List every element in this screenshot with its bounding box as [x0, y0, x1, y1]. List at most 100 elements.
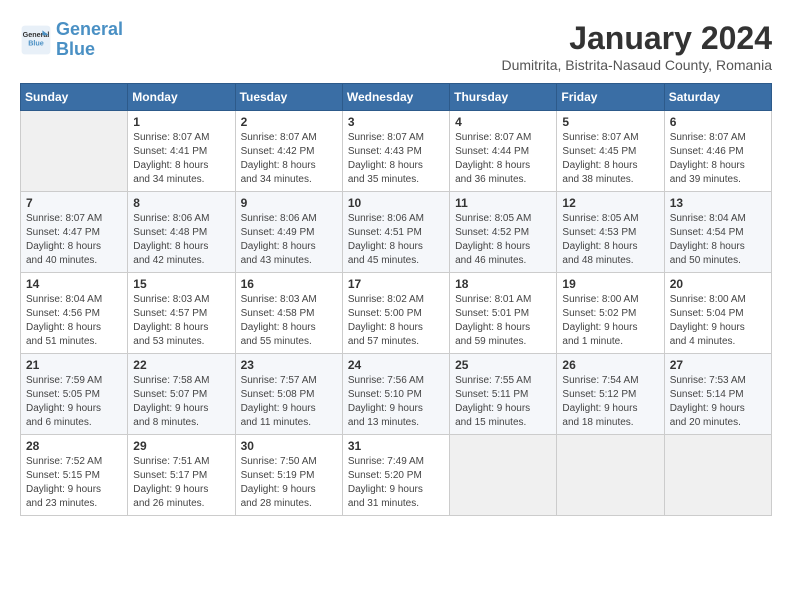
calendar-cell — [557, 435, 664, 516]
day-number: 4 — [455, 115, 551, 129]
day-number: 2 — [241, 115, 337, 129]
calendar-cell: 17 Sunrise: 8:02 AMSunset: 5:00 PMDayligh… — [342, 273, 449, 354]
column-header-sunday: Sunday — [21, 84, 128, 111]
day-number: 17 — [348, 277, 444, 291]
day-info: Sunrise: 8:06 AMSunset: 4:49 PMDaylight:… — [241, 212, 337, 268]
day-info: Sunrise: 8:00 AMSunset: 5:02 PMDaylight:… — [562, 293, 658, 349]
day-number: 24 — [348, 358, 444, 372]
calendar-cell: 26Sunrise: 7:54 AMSunset: 5:12 PMDayligh… — [557, 354, 664, 435]
day-info: Sunrise: 7:54 AMSunset: 5:12 PMDaylight:… — [562, 374, 658, 430]
day-number: 18 — [455, 277, 551, 291]
column-header-tuesday: Tuesday — [235, 84, 342, 111]
day-info: Sunrise: 7:59 AMSunset: 5:05 PMDaylight:… — [26, 374, 122, 430]
logo-text: GeneralBlue — [56, 20, 123, 60]
calendar-cell: 27 Sunrise: 7:53 AMSunset: 5:14 PMDayligh… — [664, 354, 771, 435]
day-info: Sunrise: 7:50 AMSunset: 5:19 PMDaylight:… — [241, 455, 337, 511]
day-info: Sunrise: 7:53 AMSunset: 5:14 PMDaylight:… — [670, 374, 766, 430]
day-number: 5 — [562, 115, 658, 129]
calendar-cell — [21, 111, 128, 192]
day-info: Sunrise: 8:07 AMSunset: 4:44 PMDaylight:… — [455, 131, 551, 187]
calendar-cell: 15 Sunrise: 8:03 AMSunset: 4:57 PMDayligh… — [128, 273, 235, 354]
svg-text:Blue: Blue — [28, 38, 44, 47]
day-number: 25 — [455, 358, 551, 372]
calendar-cell: 21 Sunrise: 7:59 AMSunset: 5:05 PMDayligh… — [21, 354, 128, 435]
day-info: Sunrise: 8:03 AMSunset: 4:58 PMDaylight:… — [241, 293, 337, 349]
day-number: 28 — [26, 439, 122, 453]
day-info: Sunrise: 8:04 AMSunset: 4:54 PMDaylight:… — [670, 212, 766, 268]
column-header-friday: Friday — [557, 84, 664, 111]
calendar-week-4: 21 Sunrise: 7:59 AMSunset: 5:05 PMDayligh… — [21, 354, 772, 435]
day-number: 3 — [348, 115, 444, 129]
day-info: Sunrise: 8:07 AMSunset: 4:43 PMDaylight:… — [348, 131, 444, 187]
day-number: 16 — [241, 277, 337, 291]
day-info: Sunrise: 8:02 AMSunset: 5:00 PMDaylight:… — [348, 293, 444, 349]
day-number: 30 — [241, 439, 337, 453]
calendar-cell: 20 Sunrise: 8:00 AMSunset: 5:04 PMDayligh… — [664, 273, 771, 354]
day-info: Sunrise: 7:51 AMSunset: 5:17 PMDaylight:… — [133, 455, 229, 511]
calendar-cell: 14 Sunrise: 8:04 AMSunset: 4:56 PMDayligh… — [21, 273, 128, 354]
day-info: Sunrise: 8:07 AMSunset: 4:41 PMDaylight:… — [133, 131, 229, 187]
calendar-week-2: 7Sunrise: 8:07 AMSunset: 4:47 PMDaylight… — [21, 192, 772, 273]
day-number: 20 — [670, 277, 766, 291]
day-number: 14 — [26, 277, 122, 291]
calendar-week-5: 28 Sunrise: 7:52 AMSunset: 5:15 PMDayligh… — [21, 435, 772, 516]
calendar-cell: 31Sunrise: 7:49 AMSunset: 5:20 PMDayligh… — [342, 435, 449, 516]
day-number: 31 — [348, 439, 444, 453]
day-info: Sunrise: 8:03 AMSunset: 4:57 PMDaylight:… — [133, 293, 229, 349]
calendar-cell: 7Sunrise: 8:07 AMSunset: 4:47 PMDaylight… — [21, 192, 128, 273]
day-info: Sunrise: 8:01 AMSunset: 5:01 PMDaylight:… — [455, 293, 551, 349]
day-info: Sunrise: 8:07 AMSunset: 4:42 PMDaylight:… — [241, 131, 337, 187]
day-info: Sunrise: 8:06 AMSunset: 4:51 PMDaylight:… — [348, 212, 444, 268]
column-header-thursday: Thursday — [450, 84, 557, 111]
day-number: 13 — [670, 196, 766, 210]
calendar-table: SundayMondayTuesdayWednesdayThursdayFrid… — [20, 83, 772, 516]
calendar-cell: 3 Sunrise: 8:07 AMSunset: 4:43 PMDaylight… — [342, 111, 449, 192]
day-number: 7 — [26, 196, 122, 210]
calendar-cell: 30 Sunrise: 7:50 AMSunset: 5:19 PMDayligh… — [235, 435, 342, 516]
calendar-cell: 28 Sunrise: 7:52 AMSunset: 5:15 PMDayligh… — [21, 435, 128, 516]
calendar-cell: 25 Sunrise: 7:55 AMSunset: 5:11 PMDayligh… — [450, 354, 557, 435]
column-header-wednesday: Wednesday — [342, 84, 449, 111]
header-row: SundayMondayTuesdayWednesdayThursdayFrid… — [21, 84, 772, 111]
day-number: 22 — [133, 358, 229, 372]
calendar-cell: 10Sunrise: 8:06 AMSunset: 4:51 PMDayligh… — [342, 192, 449, 273]
day-info: Sunrise: 8:07 AMSunset: 4:45 PMDaylight:… — [562, 131, 658, 187]
calendar-cell: 4 Sunrise: 8:07 AMSunset: 4:44 PMDaylight… — [450, 111, 557, 192]
day-info: Sunrise: 7:55 AMSunset: 5:11 PMDaylight:… — [455, 374, 551, 430]
day-number: 19 — [562, 277, 658, 291]
calendar-cell: 19 Sunrise: 8:00 AMSunset: 5:02 PMDayligh… — [557, 273, 664, 354]
calendar-cell: 23Sunrise: 7:57 AMSunset: 5:08 PMDayligh… — [235, 354, 342, 435]
calendar-week-3: 14 Sunrise: 8:04 AMSunset: 4:56 PMDayligh… — [21, 273, 772, 354]
day-info: Sunrise: 8:04 AMSunset: 4:56 PMDaylight:… — [26, 293, 122, 349]
logo: General Blue GeneralBlue — [20, 20, 123, 60]
day-number: 21 — [26, 358, 122, 372]
calendar-cell: 1Sunrise: 8:07 AMSunset: 4:41 PMDaylight… — [128, 111, 235, 192]
day-info: Sunrise: 8:05 AMSunset: 4:53 PMDaylight:… — [562, 212, 658, 268]
calendar-week-1: 1Sunrise: 8:07 AMSunset: 4:41 PMDaylight… — [21, 111, 772, 192]
day-info: Sunrise: 8:05 AMSunset: 4:52 PMDaylight:… — [455, 212, 551, 268]
day-number: 9 — [241, 196, 337, 210]
calendar-cell: 12 Sunrise: 8:05 AMSunset: 4:53 PMDayligh… — [557, 192, 664, 273]
calendar-cell: 22 Sunrise: 7:58 AMSunset: 5:07 PMDayligh… — [128, 354, 235, 435]
calendar-cell: 16 Sunrise: 8:03 AMSunset: 4:58 PMDayligh… — [235, 273, 342, 354]
day-number: 11 — [455, 196, 551, 210]
day-info: Sunrise: 7:58 AMSunset: 5:07 PMDaylight:… — [133, 374, 229, 430]
day-number: 15 — [133, 277, 229, 291]
subtitle: Dumitrita, Bistrita-Nasaud County, Roman… — [501, 57, 772, 73]
day-number: 27 — [670, 358, 766, 372]
calendar-cell: 13 Sunrise: 8:04 AMSunset: 4:54 PMDayligh… — [664, 192, 771, 273]
day-number: 8 — [133, 196, 229, 210]
logo-icon: General Blue — [20, 24, 52, 56]
calendar-cell: 8Sunrise: 8:06 AMSunset: 4:48 PMDaylight… — [128, 192, 235, 273]
day-info: Sunrise: 8:00 AMSunset: 5:04 PMDaylight:… — [670, 293, 766, 349]
calendar-cell: 18 Sunrise: 8:01 AMSunset: 5:01 PMDayligh… — [450, 273, 557, 354]
column-header-monday: Monday — [128, 84, 235, 111]
calendar-cell: 2 Sunrise: 8:07 AMSunset: 4:42 PMDaylight… — [235, 111, 342, 192]
calendar-cell: 11 Sunrise: 8:05 AMSunset: 4:52 PMDayligh… — [450, 192, 557, 273]
calendar-cell: 5 Sunrise: 8:07 AMSunset: 4:45 PMDaylight… — [557, 111, 664, 192]
day-info: Sunrise: 7:52 AMSunset: 5:15 PMDaylight:… — [26, 455, 122, 511]
header: General Blue GeneralBlue January 2024 Du… — [20, 20, 772, 73]
day-info: Sunrise: 8:07 AMSunset: 4:46 PMDaylight:… — [670, 131, 766, 187]
day-number: 12 — [562, 196, 658, 210]
calendar-cell — [450, 435, 557, 516]
